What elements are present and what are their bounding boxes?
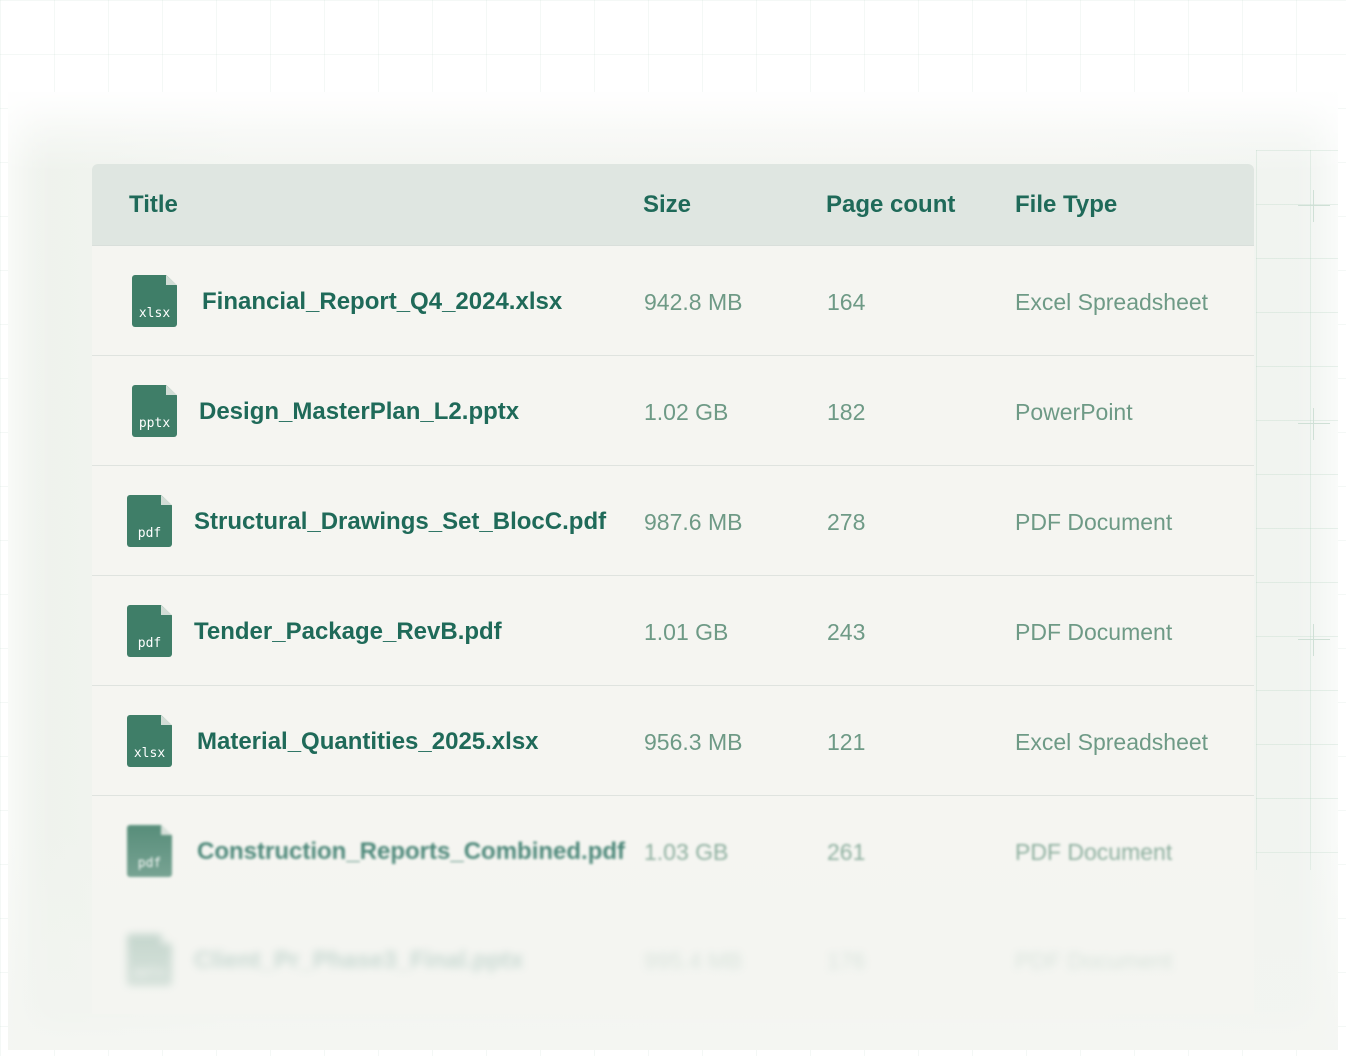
pptx-file-icon: pptx — [127, 934, 172, 986]
table-row[interactable]: pdf Construction_Reports_Combined.pdf 1.… — [92, 796, 1254, 905]
table-row[interactable]: pdf Tender_Package_RevB.pdf 1.01 GB 243 … — [92, 576, 1254, 686]
file-size: 987.6 MB — [644, 509, 743, 535]
table-row[interactable]: xlsx Material_Quantities_2025.xlsx 956.3… — [92, 686, 1254, 796]
table-row[interactable]: pdf Structural_Drawings_Set_BlocC.pdf 98… — [92, 466, 1254, 576]
pdf-file-icon: pdf — [127, 605, 172, 657]
file-page-count: 182 — [827, 399, 866, 425]
table-row[interactable]: pptx Client_Pr_Phase3_Final.pptx 995.4 M… — [92, 905, 1254, 1014]
file-type: Excel Spreadsheet — [1015, 729, 1209, 755]
file-page-count: 121 — [827, 729, 866, 755]
file-page-count: 243 — [827, 619, 866, 645]
column-header-size[interactable]: Size — [643, 164, 691, 245]
table-header: Title Size Page count File Type — [92, 164, 1254, 246]
file-type: PDF Document — [1015, 839, 1173, 865]
file-page-count: 164 — [827, 289, 866, 315]
file-page-count: 278 — [827, 509, 866, 535]
pptx-file-icon: pptx — [132, 385, 177, 437]
file-title[interactable]: Construction_Reports_Combined.pdf — [197, 796, 625, 906]
file-page-count: 261 — [827, 839, 866, 865]
xlsx-file-icon: xlsx — [127, 715, 172, 767]
file-type: PowerPoint — [1015, 399, 1133, 425]
file-type: PDF Document — [1015, 509, 1173, 535]
file-title[interactable]: Tender_Package_RevB.pdf — [194, 576, 502, 686]
cross-marker — [1298, 408, 1330, 440]
file-title[interactable]: Structural_Drawings_Set_BlocC.pdf — [194, 466, 606, 576]
pdf-file-icon: pdf — [127, 825, 172, 877]
file-size: 942.8 MB — [644, 289, 743, 315]
cross-marker — [1298, 190, 1330, 222]
column-header-page-count[interactable]: Page count — [826, 164, 955, 245]
column-header-file-type[interactable]: File Type — [1015, 164, 1117, 245]
file-size: 956.3 MB — [644, 729, 743, 755]
file-type: Excel Spreadsheet — [1015, 289, 1209, 315]
file-size: 995.4 MB — [644, 948, 743, 974]
side-grid-decoration — [1256, 150, 1338, 870]
pdf-file-icon: pdf — [127, 495, 172, 547]
files-table: Title Size Page count File Type xlsx Fin… — [92, 164, 1254, 1014]
file-title[interactable]: Client_Pr_Phase3_Final.pptx — [194, 905, 523, 1015]
file-size: 1.02 GB — [644, 399, 729, 425]
file-title[interactable]: Financial_Report_Q4_2024.xlsx — [202, 246, 562, 356]
cross-marker — [1298, 624, 1330, 656]
panel-top-fade — [8, 92, 1338, 172]
file-page-count: 176 — [827, 948, 866, 974]
file-title[interactable]: Material_Quantities_2025.xlsx — [197, 686, 539, 796]
column-header-title[interactable]: Title — [129, 164, 178, 245]
file-size: 1.03 GB — [644, 839, 729, 865]
table-row[interactable]: xlsx Financial_Report_Q4_2024.xlsx 942.8… — [92, 246, 1254, 356]
file-size: 1.01 GB — [644, 619, 729, 645]
table-row[interactable]: pptx Design_MasterPlan_L2.pptx 1.02 GB 1… — [92, 356, 1254, 466]
file-type: PDF Document — [1015, 948, 1173, 974]
file-title[interactable]: Design_MasterPlan_L2.pptx — [199, 356, 519, 466]
file-type: PDF Document — [1015, 619, 1173, 645]
xlsx-file-icon: xlsx — [132, 275, 177, 327]
